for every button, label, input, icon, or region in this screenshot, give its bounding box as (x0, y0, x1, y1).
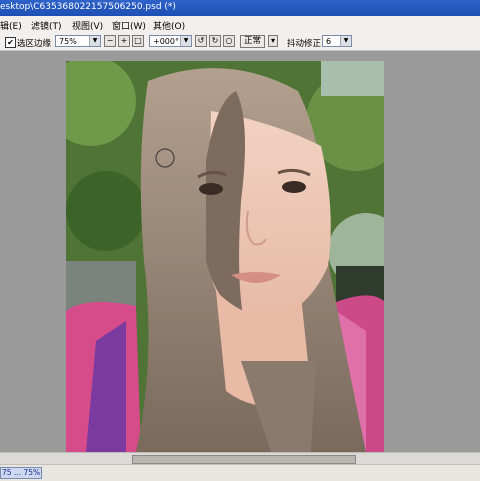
status-bar: 75 ... 75% (0, 464, 480, 481)
antialias-label: 选区边缘 (17, 39, 52, 49)
stabilizer-select-value: 6 (326, 37, 332, 46)
scrollbar-thumb[interactable] (132, 455, 356, 464)
rotate-left-icon[interactable]: ↺ (195, 35, 207, 47)
window-title: esktop\C635368022157506250.psd (*) (0, 2, 176, 12)
zoom-select[interactable]: 75% ▼ (55, 35, 101, 47)
chevron-down-icon: ▼ (180, 36, 191, 46)
antialias-checkbox[interactable]: ✔ (5, 37, 16, 48)
image-canvas[interactable] (66, 61, 384, 452)
menu-other[interactable]: 其他(O) (153, 19, 185, 32)
angle-select[interactable]: +000° ▼ (149, 35, 192, 47)
rotate-right-icon[interactable]: ↻ (209, 35, 221, 47)
zoom-select-value: 75% (59, 37, 77, 46)
tool-options-bar: ✔ 选区边缘 75% ▼ − + □ +000° ▼ ↺ ↻ ○ 正常 ▾ 抖动… (0, 33, 480, 51)
zoom-in-icon[interactable]: + (118, 35, 130, 47)
menu-edit[interactable]: 辑(E) (0, 19, 22, 32)
menu-window[interactable]: 窗口(W) (112, 19, 146, 32)
chevron-down-icon: ▼ (340, 36, 351, 46)
rotate-reset-icon[interactable]: ○ (223, 35, 235, 47)
menu-bar: 辑(E) 滤镜(T) 视图(V) 窗口(W) 其他(O) (0, 16, 480, 34)
normal-view-button[interactable]: 正常 (240, 35, 265, 48)
title-bar: esktop\C635368022157506250.psd (*) (0, 0, 480, 16)
menu-filter[interactable]: 滤镜(T) (31, 19, 62, 32)
zoom-out-icon[interactable]: − (104, 35, 116, 47)
portrait-photo (66, 61, 384, 452)
zoom-status[interactable]: 75 ... 75% (0, 467, 42, 479)
chevron-down-icon: ▼ (89, 36, 100, 46)
stabilizer-label: 抖动修正 (287, 39, 322, 49)
menu-view[interactable]: 视图(V) (72, 19, 103, 32)
zoom-fit-icon[interactable]: □ (132, 35, 144, 47)
flip-icon[interactable]: ▾ (268, 35, 278, 47)
angle-select-value: +000° (153, 37, 179, 46)
stabilizer-select[interactable]: 6 ▼ (322, 35, 352, 47)
